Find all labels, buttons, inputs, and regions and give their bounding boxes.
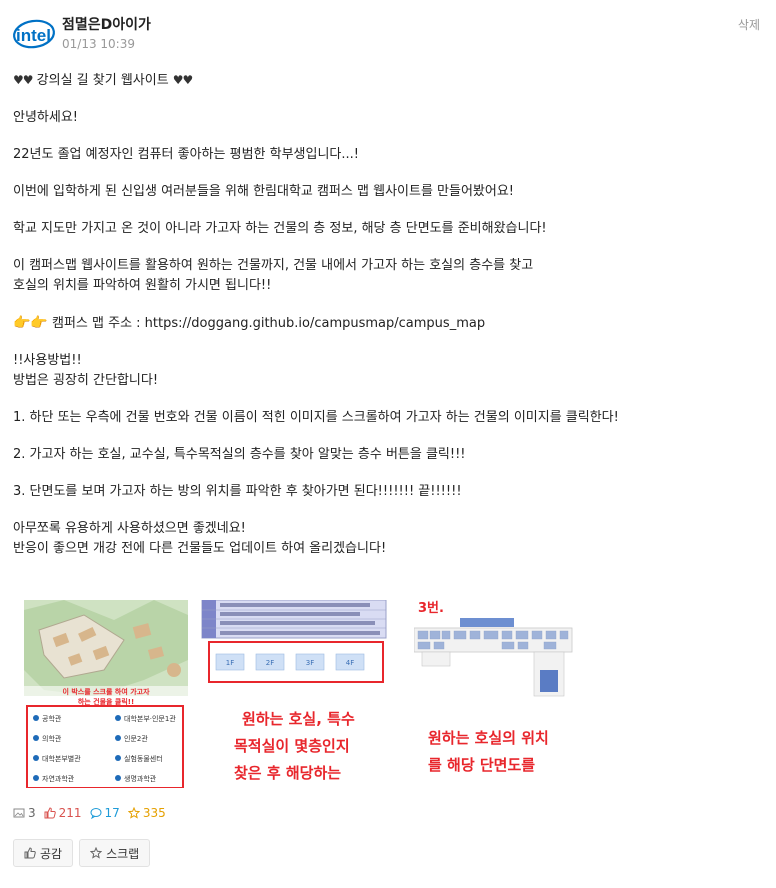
building-item[interactable]: 자연과학관	[42, 774, 75, 783]
floor-plan-image[interactable]: 3번. 원하는 호실의 위치 를 해당 단면도를	[414, 600, 574, 788]
campus-map-image[interactable]: 이 박스를 스크롤 하여 가고자 하는 건물을 클릭!! 공학관 의학관 대학본…	[24, 600, 188, 788]
floor-2f-button[interactable]: 2F	[266, 659, 274, 667]
comment-icon	[90, 808, 102, 819]
comment-count-value: 17	[104, 806, 120, 820]
thumbs-up-icon	[44, 807, 56, 819]
floor-4f-button[interactable]: 4F	[346, 659, 354, 667]
building-item[interactable]: 공학관	[42, 714, 62, 723]
like-count[interactable]: 211	[44, 806, 82, 820]
paragraph: 22년도 졸업 예정자인 컴퓨터 좋아하는 평범한 학부생입니다...!	[13, 147, 359, 162]
usage-title: !!사용방법!!	[13, 353, 82, 368]
post-actions: 공감 스크랩	[13, 839, 156, 867]
step-1: 1. 하단 또는 우측에 건물 번호와 건물 이름이 적힌 이미지를 스크롤하여…	[13, 410, 619, 425]
avatar[interactable]: intel	[12, 12, 56, 56]
building-item[interactable]: 실험동물센터	[124, 754, 163, 763]
comment-count[interactable]: 17	[90, 806, 120, 820]
paragraph: 학교 지도만 가지고 온 것이 아니라 가고자 하는 건물의 층 정보, 해당 …	[13, 221, 547, 236]
step-2: 2. 가고자 하는 호실, 교수실, 특수목적실의 층수를 찾아 알맞는 층수 …	[13, 447, 466, 462]
floor-1f-button[interactable]: 1F	[226, 659, 234, 667]
paragraph: 호실의 위치를 파악하여 원활히 가시면 됩니다!!	[13, 278, 272, 293]
building-item[interactable]: 인문2관	[124, 734, 148, 743]
closing-line: 반응이 좋으면 개강 전에 다른 건물들도 업데이트 하여 올리겠습니다!	[13, 541, 387, 556]
image-icon	[13, 808, 25, 818]
attached-images: 이 박스를 스크롤 하여 가고자 하는 건물을 클릭!! 공학관 의학관 대학본…	[24, 600, 574, 788]
caption-line: 원하는 호실, 특수	[242, 710, 355, 728]
thumbs-up-icon	[24, 847, 36, 859]
image-count: 3	[13, 806, 36, 820]
scrap-count[interactable]: 335	[127, 806, 166, 820]
heart-icon: ♥♥	[172, 73, 193, 87]
pointing-hand-icon: 👉👉	[13, 315, 48, 331]
post-title: 강의실 길 찾기 웹사이트	[36, 73, 169, 88]
building-item[interactable]: 대학본부·인문1관	[124, 714, 176, 723]
image-count-value: 3	[28, 806, 36, 820]
map-banner-2: 하는 건물을 클릭!!	[78, 697, 134, 706]
scrap-count-value: 335	[142, 806, 166, 820]
post-date: 01/13 10:39	[62, 37, 135, 51]
building-item[interactable]: 의학관	[42, 734, 62, 743]
paragraph: 이 캠퍼스맵 웹사이트를 활용하여 원하는 건물까지, 건물 내에서 가고자 하…	[13, 258, 534, 273]
caption-line: 를 해당 단면도를	[428, 756, 535, 774]
caption-line: 찾은 후 해당하는	[234, 764, 341, 782]
post-body: ♥♥ 강의실 길 찾기 웹사이트 ♥♥ 안녕하세요! 22년도 졸업 예정자인 …	[13, 70, 763, 559]
floor-select-image[interactable]: 1F 2F 3F 4F 원하는 호실, 특수 목적실이 몇층인지 찾은 후 해당…	[200, 600, 414, 788]
floor-3f-button[interactable]: 3F	[306, 659, 314, 667]
like-count-value: 211	[58, 806, 82, 820]
scrap-button-label: 스크랩	[106, 846, 140, 861]
paragraph: 이번에 입학하게 된 신입생 여러분들을 위해 한림대학교 캠퍼스 맵 웹사이트…	[13, 184, 515, 199]
campus-map-link[interactable]: 캠퍼스 맵 주소 : https://doggang.github.io/cam…	[52, 316, 485, 331]
like-button[interactable]: 공감	[13, 839, 74, 867]
closing-line: 아무쪼록 유용하게 사용하셨으면 좋겠네요!	[13, 521, 246, 536]
link-line[interactable]: 👉👉 캠퍼스 맵 주소 : https://doggang.github.io/…	[13, 313, 763, 334]
step-label: 3번.	[418, 601, 444, 616]
usage-subtitle: 방법은 굉장히 간단합니다!	[13, 373, 159, 388]
heart-icon: ♥♥	[13, 73, 33, 87]
building-item[interactable]: 대학본부별관	[42, 754, 81, 763]
avatar-logo-text: intel	[16, 26, 51, 45]
scrap-button[interactable]: 스크랩	[79, 839, 151, 867]
post-title-line: ♥♥ 강의실 길 찾기 웹사이트 ♥♥	[13, 70, 763, 91]
star-icon	[90, 847, 103, 859]
map-banner: 이 박스를 스크롤 하여 가고자	[62, 687, 150, 696]
like-button-label: 공감	[40, 846, 63, 861]
delete-button[interactable]: 삭제	[738, 16, 760, 33]
building-item[interactable]: 생명과학관	[124, 774, 157, 783]
caption-line: 원하는 호실의 위치	[428, 729, 549, 747]
step-3: 3. 단면도를 보며 가고자 하는 방의 위치를 파악한 후 찾아가면 된다!!…	[13, 484, 462, 499]
caption-line: 목적실이 몇층인지	[234, 737, 350, 755]
post-header: intel 점멸은D아이가 01/13 10:39 삭제	[12, 12, 764, 58]
paragraph: 안녕하세요!	[13, 110, 79, 125]
post-stats: 3 211 17 335	[13, 805, 174, 821]
star-icon	[127, 807, 140, 819]
author-name[interactable]: 점멸은D아이가	[62, 14, 151, 34]
